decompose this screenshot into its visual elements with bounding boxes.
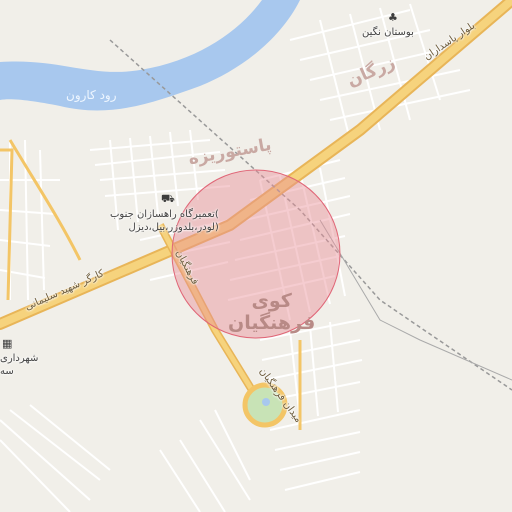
- poi-repair-label[interactable]: تعمیرگاه راهسازان جنوب( لودر،بلدوزر،بیل،…: [110, 208, 219, 234]
- tree-icon[interactable]: ♣: [388, 11, 398, 24]
- poi-municipality-line2: سه: [0, 366, 14, 377]
- map-base-layer: [0, 0, 512, 512]
- river-karun: [0, 0, 300, 111]
- poi-municipality-line1: شهرداری: [0, 353, 39, 364]
- poi-municipality-label[interactable]: شهرداری سه: [0, 352, 38, 378]
- poi-repair-line1: تعمیرگاه راهسازان جنوب(: [110, 209, 219, 220]
- area-label-kooy-farhangian: کوی فرهنگیان: [228, 290, 315, 334]
- park-label[interactable]: بوستان نگین: [362, 26, 414, 39]
- area-label-farhangian: فرهنگیان: [228, 312, 316, 334]
- river-label: رود کارون: [66, 88, 117, 102]
- poi-repair-line2: لودر،بلدوزر،بیل،دیزل): [128, 222, 219, 233]
- map-viewport[interactable]: رود کارون کارگر شهید سلیمانی بلوار پاسدا…: [0, 0, 512, 512]
- building-icon[interactable]: ▦: [2, 337, 12, 350]
- car-icon[interactable]: ⛟: [161, 192, 175, 207]
- pond: [262, 398, 270, 406]
- area-label-kooy: کوی: [251, 290, 292, 312]
